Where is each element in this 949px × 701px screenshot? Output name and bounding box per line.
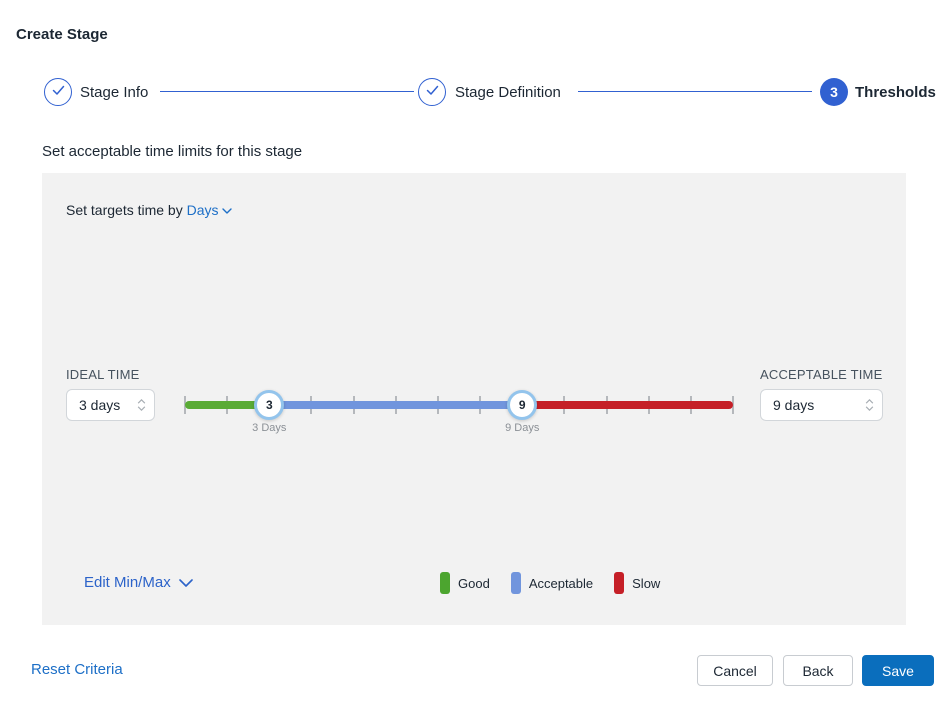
cancel-button[interactable]: Cancel — [697, 655, 773, 686]
target-time-row: Set targets time by Days — [66, 201, 232, 218]
step-1-circle[interactable] — [44, 78, 72, 106]
legend-swatch — [511, 572, 521, 594]
ideal-time-label: IDEAL TIME — [66, 367, 140, 382]
check-icon — [426, 83, 439, 101]
check-icon — [52, 83, 65, 101]
page-title: Create Stage — [16, 26, 108, 43]
threshold-slider[interactable]: 3 3 Days 9 9 Days — [185, 380, 733, 436]
slider-handle-ideal[interactable]: 3 — [254, 390, 284, 420]
stepper-arrows-icon[interactable] — [137, 399, 146, 411]
edit-minmax-label: Edit Min/Max — [84, 574, 171, 591]
target-time-prefix: Set targets time by — [66, 202, 183, 218]
legend-label: Good — [458, 576, 490, 591]
step-1-label[interactable]: Stage Info — [80, 84, 148, 101]
slider-handle-ideal-label: 3 Days — [252, 422, 286, 434]
slider-segment-acceptable — [269, 401, 522, 409]
step-3-circle[interactable]: 3 — [820, 78, 848, 106]
slider-segment-slow — [522, 401, 733, 409]
chevron-down-icon — [222, 201, 232, 217]
legend: Good Acceptable Slow — [440, 572, 660, 594]
chevron-down-icon — [179, 574, 193, 591]
stepper-arrows-icon[interactable] — [865, 399, 874, 411]
legend-label: Acceptable — [529, 576, 593, 591]
acceptable-time-input[interactable]: 9 days — [760, 389, 883, 421]
reset-criteria-link[interactable]: Reset Criteria — [31, 661, 123, 678]
handle-value: 9 — [519, 398, 526, 412]
slider-handle-acceptable-label: 9 Days — [505, 422, 539, 434]
step-3-label[interactable]: Thresholds — [855, 84, 936, 101]
acceptable-time-value: 9 days — [773, 397, 814, 413]
target-unit-dropdown[interactable]: Days — [187, 202, 232, 218]
back-button[interactable]: Back — [783, 655, 853, 686]
slider-handle-acceptable[interactable]: 9 — [507, 390, 537, 420]
ideal-time-input[interactable]: 3 days — [66, 389, 155, 421]
handle-value: 3 — [266, 398, 273, 412]
edit-minmax-link[interactable]: Edit Min/Max — [84, 574, 193, 591]
legend-item-slow: Slow — [614, 572, 660, 594]
legend-label: Slow — [632, 576, 660, 591]
save-button[interactable]: Save — [862, 655, 934, 686]
legend-swatch — [614, 572, 624, 594]
step-2-circle[interactable] — [418, 78, 446, 106]
step-connector — [160, 91, 414, 92]
acceptable-time-label: ACCEPTABLE TIME — [760, 367, 882, 382]
legend-swatch — [440, 572, 450, 594]
legend-item-good: Good — [440, 572, 490, 594]
step-3-number: 3 — [830, 84, 838, 100]
section-heading: Set acceptable time limits for this stag… — [42, 143, 302, 160]
step-connector — [578, 91, 812, 92]
ideal-time-value: 3 days — [79, 397, 120, 413]
step-2-label[interactable]: Stage Definition — [455, 84, 561, 101]
legend-item-acceptable: Acceptable — [511, 572, 593, 594]
